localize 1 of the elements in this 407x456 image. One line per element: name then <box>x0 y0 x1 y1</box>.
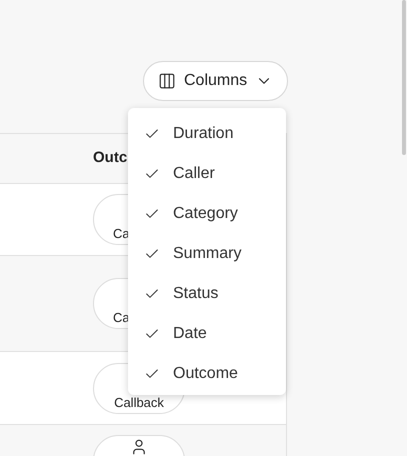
column-header: Outc <box>93 148 128 168</box>
